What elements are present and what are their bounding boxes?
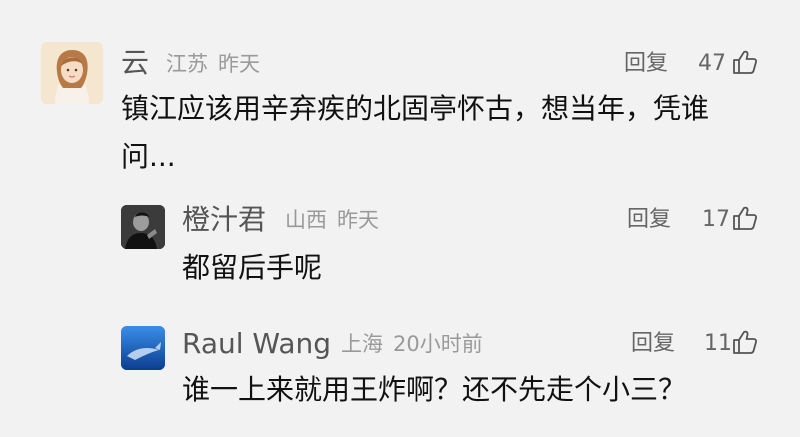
location: 山西 bbox=[285, 208, 327, 232]
thumbs-up-icon[interactable] bbox=[732, 329, 758, 355]
comment-text-line: 镇江应该用辛弃疾的北固亭怀古，想当年，凭谁 bbox=[121, 92, 710, 125]
comment-meta: 江苏 昨天 bbox=[166, 54, 260, 75]
like-count: 11 bbox=[704, 331, 732, 356]
like-count: 17 bbox=[702, 207, 730, 232]
author-name[interactable]: Raul Wang bbox=[182, 330, 331, 358]
comment-meta: 山西 昨天 bbox=[285, 210, 379, 231]
avatar-person-icon bbox=[121, 205, 165, 249]
comment-text-line: 谁一上来就用王炸啊？还不先走个小三？ bbox=[182, 373, 687, 406]
thumbs-up-icon[interactable] bbox=[732, 49, 758, 75]
reply-button[interactable]: 回复 bbox=[624, 53, 668, 75]
comment-meta: 上海 20小时前 bbox=[341, 334, 483, 355]
comment-text-line: 都留后手呢 bbox=[182, 251, 323, 284]
reply-button[interactable]: 回复 bbox=[627, 209, 671, 231]
timestamp: 20小时前 bbox=[393, 332, 483, 356]
thumbs-up-icon[interactable] bbox=[732, 205, 758, 231]
location: 江苏 bbox=[166, 52, 208, 76]
comment-thread: { "comments": [ { "author": "云", "locati… bbox=[0, 0, 800, 437]
avatar[interactable] bbox=[41, 42, 103, 104]
location: 上海 bbox=[341, 332, 383, 356]
author-name[interactable]: 云 bbox=[121, 49, 149, 77]
avatar-portrait-icon bbox=[41, 42, 103, 104]
avatar[interactable] bbox=[121, 205, 165, 249]
timestamp: 昨天 bbox=[337, 208, 379, 232]
author-name[interactable]: 橙汁君 bbox=[182, 206, 266, 234]
like-count: 47 bbox=[698, 51, 726, 76]
avatar[interactable] bbox=[121, 326, 165, 370]
reply-button[interactable]: 回复 bbox=[631, 333, 675, 355]
timestamp: 昨天 bbox=[218, 52, 260, 76]
comment-text-line: 问... bbox=[121, 140, 176, 173]
avatar-whale-icon bbox=[121, 326, 165, 370]
